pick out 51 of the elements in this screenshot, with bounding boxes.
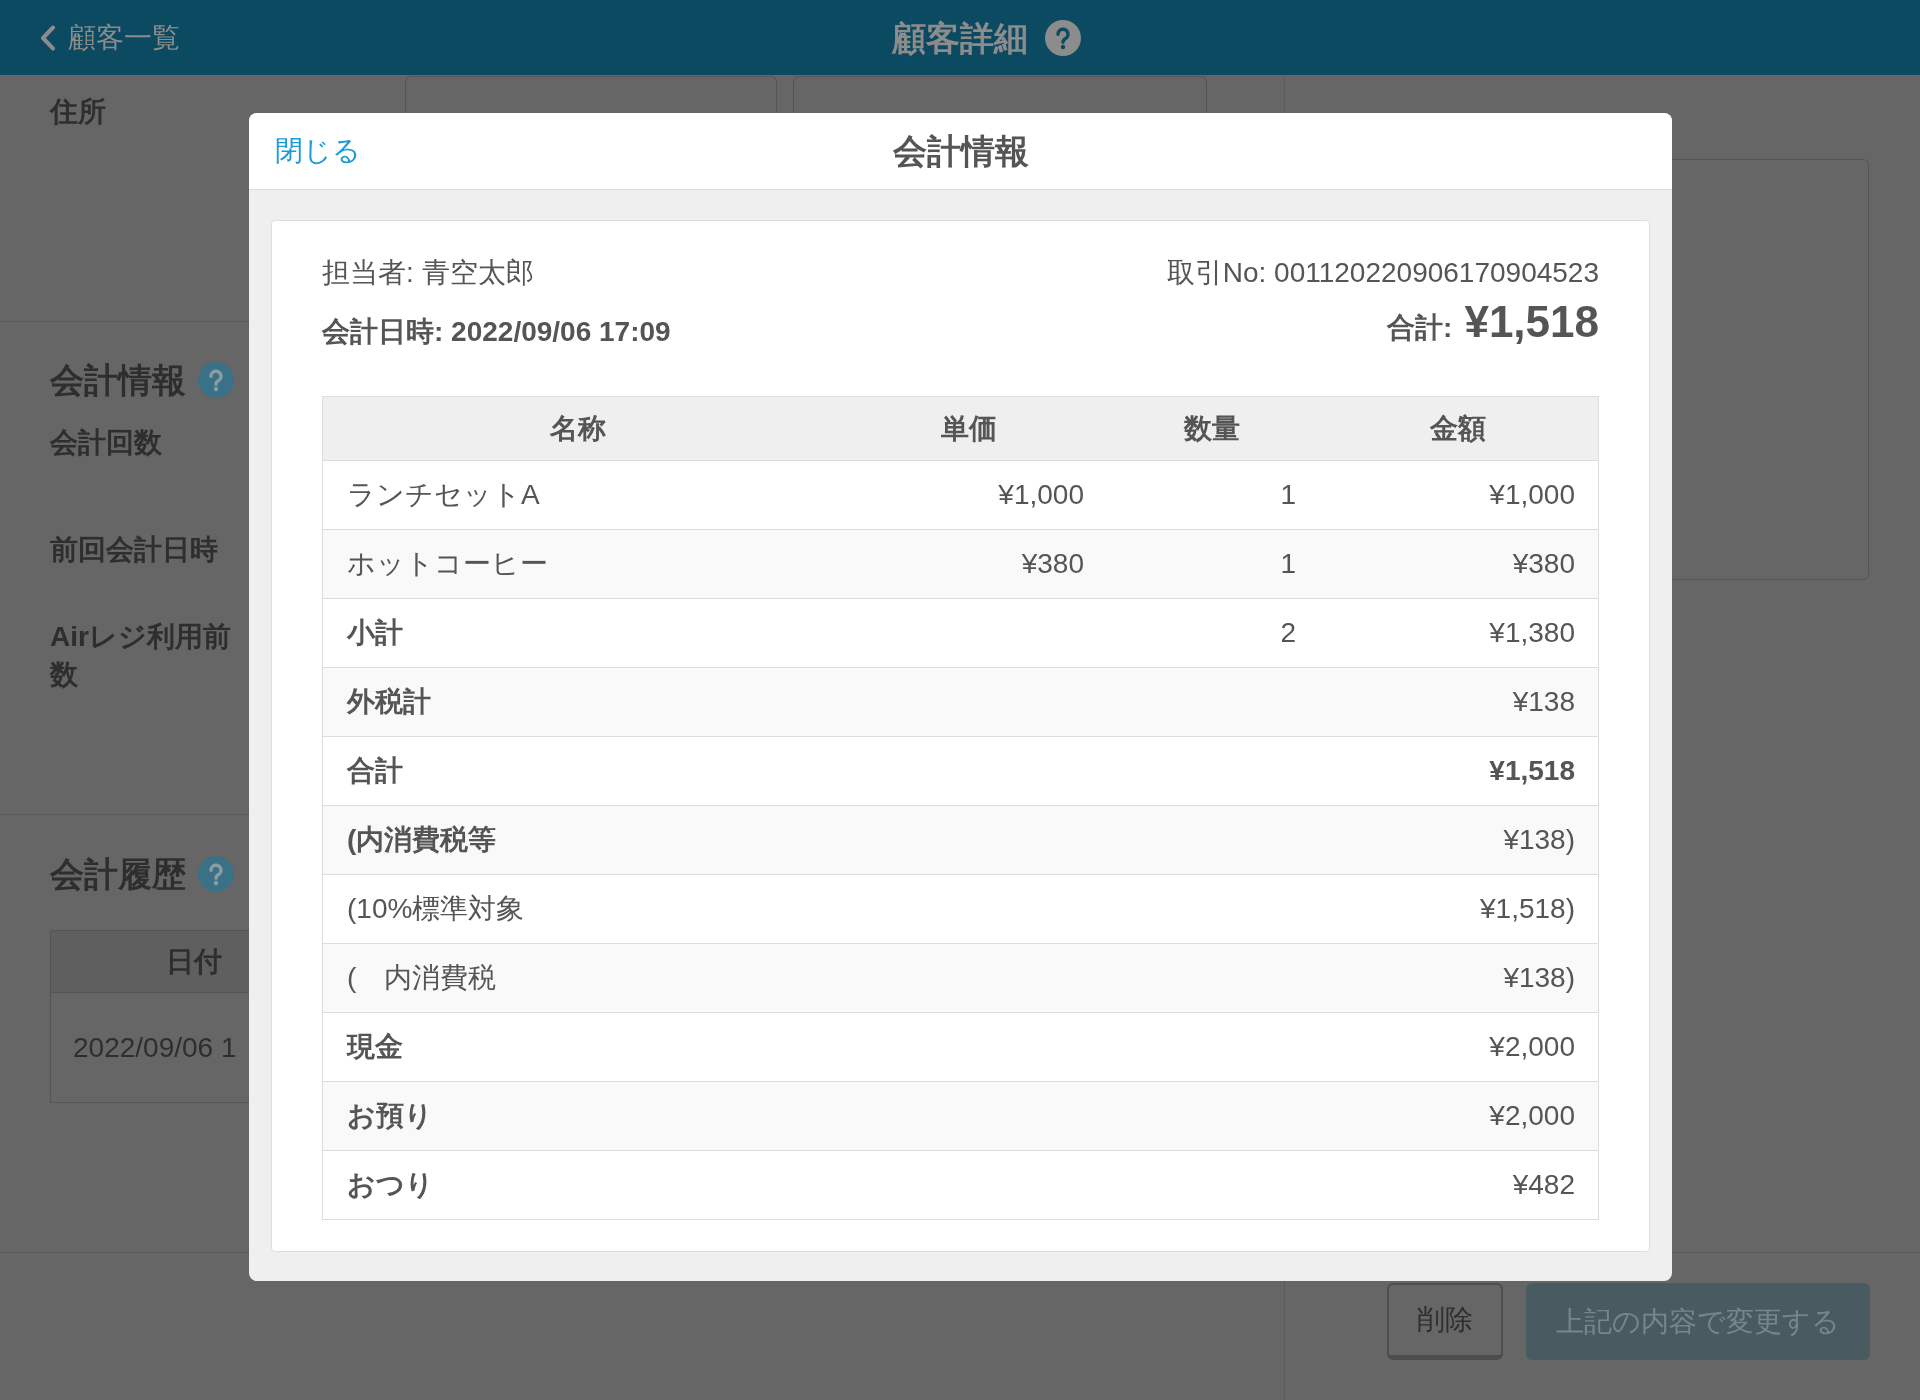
table-cell-text: ¥1,380	[1488, 616, 1576, 650]
section-title: 会計情報	[50, 360, 186, 401]
table-cell-text: ( 内消費税	[346, 961, 498, 995]
table-cell-text: 外税計	[345, 685, 432, 719]
table-cell-text: ¥1,518	[1488, 754, 1576, 788]
table-cell-text: ¥482	[1511, 1168, 1576, 1202]
column-header: 金額	[1428, 411, 1487, 446]
table-cell-text: ¥138)	[1502, 961, 1576, 995]
column-header: 数量	[1182, 411, 1241, 446]
table-cell-text: ランチセットA	[346, 478, 541, 512]
table-cell-text: 小計	[345, 616, 404, 650]
delete-button[interactable]: 削除	[1387, 1283, 1503, 1360]
help-icon[interactable]	[1045, 19, 1081, 56]
chevron-left-icon	[40, 24, 56, 51]
total-label: 合計:	[1387, 312, 1453, 344]
table-cell-text: ¥380	[1020, 547, 1085, 581]
table-cell-text: 1	[1279, 547, 1297, 581]
back-link[interactable]: 顧客一覧	[40, 19, 180, 56]
table-cell-text: 合計	[346, 754, 404, 788]
table-cell-text: ¥138	[1511, 685, 1576, 719]
table-cell-text: (10%標準対象	[346, 892, 526, 926]
table-cell-text: ¥2,000	[1488, 1030, 1576, 1064]
page-title: 顧客詳細	[892, 17, 1028, 59]
section-title: 会計履歴	[50, 854, 186, 895]
table-cell-text: ¥1,000	[997, 478, 1085, 512]
transaction-number: 取引No: 001120220906170904523	[1166, 257, 1599, 289]
column-header: 単価	[940, 411, 998, 446]
dialog-title: 会計情報	[892, 131, 1029, 172]
table-cell-text: ¥2,000	[1488, 1099, 1576, 1133]
field-label: 会計回数	[50, 426, 162, 460]
field-label: 住所	[50, 96, 106, 127]
table-cell-text: ¥1,518)	[1479, 892, 1576, 926]
close-link[interactable]: 閉じる	[275, 133, 361, 169]
field-label: 前回会計日時	[50, 533, 218, 567]
table-cell-text: ¥138)	[1502, 823, 1576, 857]
column-header: 名称	[548, 411, 607, 446]
table-cell-text: ホットコーヒー	[346, 547, 549, 581]
table-cell-text: 1	[1279, 478, 1297, 512]
table-cell-text: おつり	[346, 1168, 435, 1202]
help-icon[interactable]	[198, 362, 234, 398]
table-cell-text: お預り	[346, 1099, 434, 1133]
total-amount: ¥1,518	[1464, 298, 1599, 346]
table-cell-text: ¥1,000	[1488, 478, 1576, 512]
table-cell-text: ¥380	[1511, 547, 1576, 581]
staff-name: 担当者: 青空太郎	[322, 257, 534, 289]
table-cell-text: 2	[1279, 616, 1297, 650]
field-label: Airレジ利用前数	[50, 620, 232, 692]
table-cell-text: 現金	[345, 1030, 404, 1064]
table-cell-text: (内消費税等	[346, 823, 498, 857]
checkout-datetime: 会計日時: 2022/09/06 17:09	[322, 316, 671, 348]
help-icon[interactable]	[198, 856, 234, 892]
